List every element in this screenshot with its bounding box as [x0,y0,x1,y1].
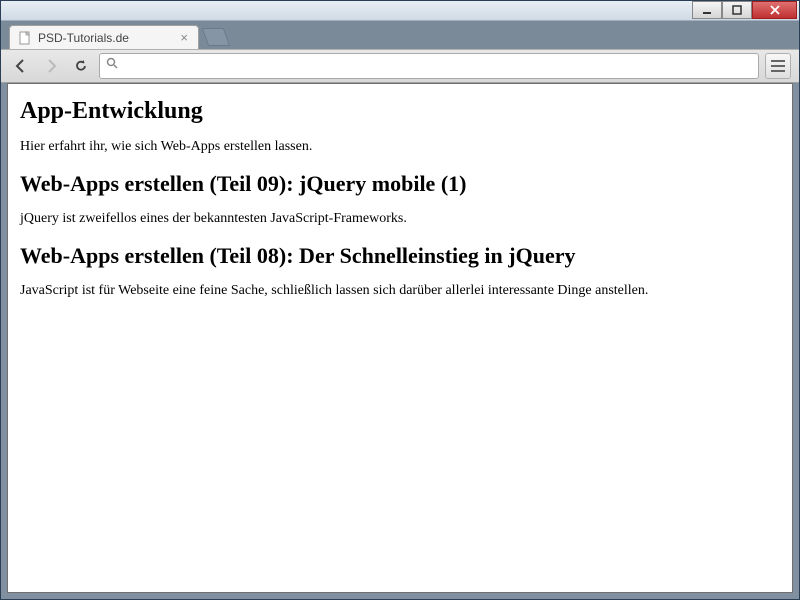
browser-tab[interactable]: PSD-Tutorials.de × [9,25,199,49]
tab-title: PSD-Tutorials.de [38,31,172,45]
close-button[interactable] [752,1,797,19]
article-heading: Web-Apps erstellen (Teil 09): jQuery mob… [20,171,780,197]
window-controls [692,1,797,20]
browser-toolbar [1,49,799,83]
address-bar[interactable] [99,53,759,79]
window-titlebar [1,1,799,21]
menu-button[interactable] [765,53,791,79]
page-intro: Hier erfahrt ihr, wie sich Web-Apps erst… [20,139,780,155]
forward-button[interactable] [39,54,63,78]
browser-window: PSD-Tutorials.de × App-Entwicklung [0,0,800,600]
new-tab-button[interactable] [202,28,231,46]
search-icon [106,57,119,75]
reload-button[interactable] [69,54,93,78]
content-frame: App-Entwicklung Hier erfahrt ihr, wie si… [1,83,799,599]
page-favicon-icon [18,31,32,45]
minimize-button[interactable] [692,1,722,19]
url-input[interactable] [125,59,752,74]
article-text: JavaScript ist für Webseite eine feine S… [20,283,780,299]
tab-close-icon[interactable]: × [178,30,190,45]
hamburger-icon [771,60,785,72]
page-content: App-Entwicklung Hier erfahrt ihr, wie si… [7,83,793,593]
maximize-button[interactable] [722,1,752,19]
article-heading: Web-Apps erstellen (Teil 08): Der Schnel… [20,243,780,269]
article-text: jQuery ist zweifellos eines der bekannte… [20,211,780,227]
tab-bar: PSD-Tutorials.de × [1,21,799,49]
page-heading: App-Entwicklung [20,98,780,125]
back-button[interactable] [9,54,33,78]
